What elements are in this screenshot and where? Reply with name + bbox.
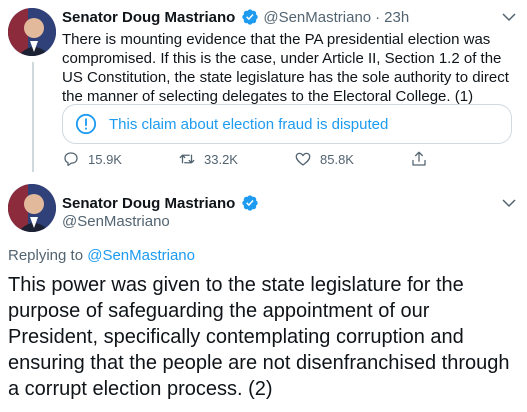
reply-icon — [64, 152, 78, 167]
reply-button[interactable]: 15.9K — [62, 150, 162, 168]
avatar-tweet1[interactable] — [8, 8, 56, 56]
disputed-notice[interactable]: This claim about election fraud is dispu… — [62, 104, 512, 144]
reply-count: 15.9K — [88, 151, 122, 167]
share-icon — [412, 151, 426, 166]
tweet2-text: This power was given to the state legisl… — [8, 274, 510, 400]
separator-dot: · — [375, 8, 381, 26]
tweet1-text: There is mounting evidence that the PA p… — [62, 31, 509, 105]
share-button[interactable] — [410, 150, 434, 168]
thread-connector-line — [32, 62, 34, 172]
replying-to: Replying to @SenMastriano — [8, 247, 195, 264]
retweet-button[interactable]: 33.2K — [178, 150, 278, 168]
like-count: 85.8K — [320, 151, 354, 167]
verified-badge-icon — [242, 9, 259, 25]
author-name[interactable]: Senator Doug Mastriano — [62, 195, 235, 212]
more-chevron-icon[interactable] — [500, 8, 518, 26]
like-button[interactable]: 85.8K — [294, 150, 394, 168]
author-handle[interactable]: @SenMastriano — [62, 213, 170, 230]
tweet1-actions: 15.9K 33.2K 85.8K — [62, 150, 462, 168]
retweet-count: 33.2K — [204, 151, 238, 167]
avatar-tweet2[interactable] — [8, 184, 56, 232]
verified-badge-icon — [242, 195, 259, 211]
like-icon — [295, 152, 311, 166]
replying-prefix: Replying to — [8, 247, 84, 264]
retweet-icon — [179, 154, 195, 164]
timestamp[interactable]: 23h — [384, 9, 409, 26]
disputed-label[interactable]: This claim about election fraud is dispu… — [109, 116, 388, 133]
replying-to-link[interactable]: @SenMastriano — [87, 247, 195, 264]
info-icon — [75, 113, 97, 135]
tweet1-header: Senator Doug Mastriano @SenMastriano · 2… — [62, 8, 409, 26]
tweet2-header: Senator Doug Mastriano — [62, 194, 259, 212]
author-name[interactable]: Senator Doug Mastriano — [62, 9, 235, 26]
more-chevron-icon[interactable] — [500, 194, 518, 212]
author-handle[interactable]: @SenMastriano — [263, 9, 371, 26]
